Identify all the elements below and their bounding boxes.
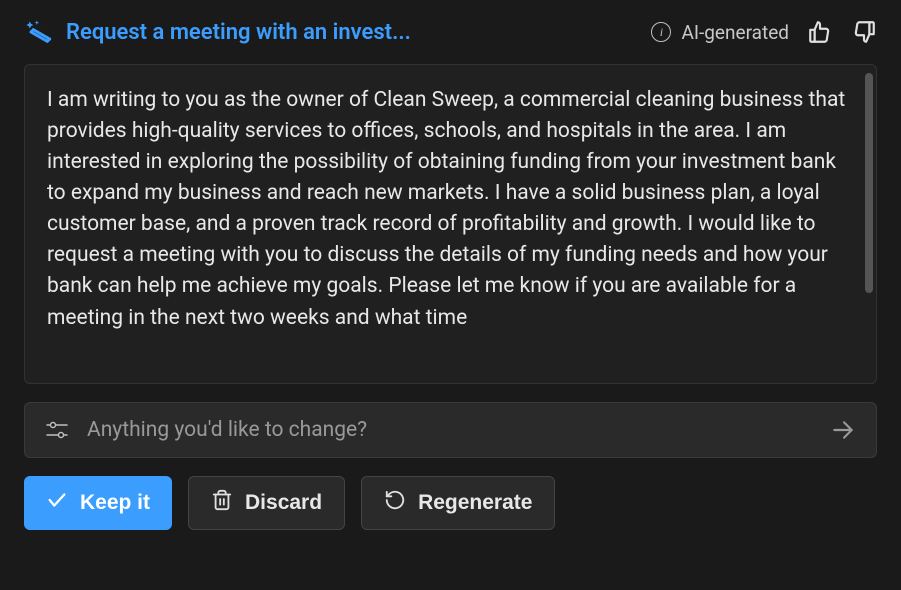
sliders-icon[interactable] [45,419,69,441]
header: Request a meeting with an invest... i AI… [24,18,877,46]
discard-button-label: Discard [245,491,322,515]
refinement-input[interactable]: Anything you'd like to change? [87,418,812,442]
action-buttons: Keep it Discard Regenerate [24,476,877,530]
header-left: Request a meeting with an invest... [24,18,411,46]
keep-button-label: Keep it [80,491,150,515]
scrollbar-thumb[interactable] [865,73,873,293]
send-arrow-icon[interactable] [830,417,856,443]
generated-content-area[interactable]: I am writing to you as the owner of Clea… [24,64,877,384]
keep-button[interactable]: Keep it [24,476,172,530]
info-icon[interactable]: i [651,22,671,42]
ai-generated-label: AI-generated [681,21,789,44]
refresh-icon [384,489,406,517]
header-right: i AI-generated [651,19,877,45]
generated-text: I am writing to you as the owner of Clea… [47,85,854,334]
ai-generated-label-group: i AI-generated [651,21,789,44]
refinement-input-area[interactable]: Anything you'd like to change? [24,402,877,458]
magic-wand-icon [24,18,52,46]
regenerate-button[interactable]: Regenerate [361,476,555,530]
check-icon [46,489,68,517]
ai-panel: Request a meeting with an invest... i AI… [0,0,901,590]
regenerate-button-label: Regenerate [418,491,532,515]
thumbs-up-icon[interactable] [807,19,833,45]
panel-title: Request a meeting with an invest... [66,20,411,45]
thumbs-down-icon[interactable] [851,19,877,45]
discard-button[interactable]: Discard [188,476,345,530]
trash-icon [211,489,233,517]
